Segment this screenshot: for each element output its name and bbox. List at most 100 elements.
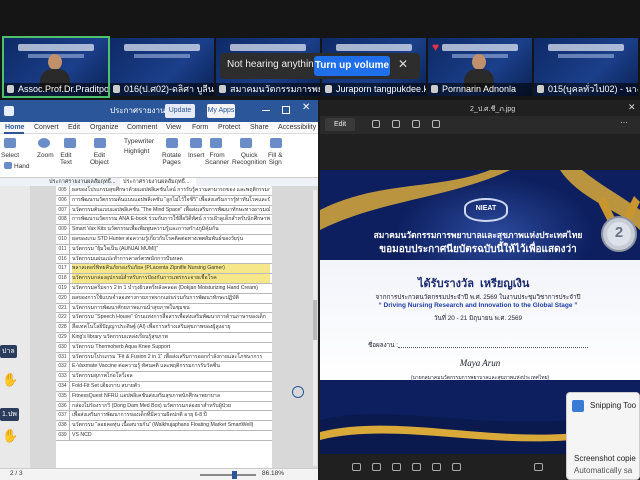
slideshow-icon[interactable] (432, 463, 441, 471)
select-tool[interactable]: Select (1, 152, 19, 159)
row-number: 028 (56, 323, 70, 332)
zoom-icon (38, 138, 50, 148)
edit-button[interactable]: Edit (325, 118, 355, 131)
menu-tab-share[interactable]: Share (250, 124, 269, 131)
minimize-icon[interactable] (262, 110, 270, 111)
info-icon[interactable] (412, 463, 421, 471)
app-logo-icon (4, 106, 14, 116)
conference-theme: “ Driving Nursing Research and Innovatio… (378, 302, 578, 309)
hand-icon (4, 162, 12, 169)
medal-number: 2 (614, 224, 624, 241)
row-title: ผลของเกม STD Hunter ต่อความรู้เกี่ยวกับโ… (72, 236, 244, 242)
close-window-icon[interactable]: ✕ (302, 102, 310, 113)
table-row: 010 ผลของเกม STD Hunter ต่อความรู้เกี่ยวก… (56, 235, 272, 245)
table-row: 036 กล่องไม่ร้องรากวิ (Dong Dam Med Box) … (56, 401, 272, 412)
row-number: 010 (56, 235, 70, 244)
participant-name: 016(ป.ศ02)-ดลิศา บูลีน (110, 83, 214, 96)
row-title: การพัฒนานวัตกรรมต้นแบบแอปพลิเคชัน “ลูกไม… (72, 196, 270, 203)
viewer-toolbar (320, 116, 640, 134)
zoom-in-icon[interactable] (372, 120, 380, 128)
participant-tile[interactable]: 015(บุคลทั่วไป02) - นาง... (534, 38, 638, 96)
menu-tab-organize[interactable]: Organize (90, 124, 118, 131)
snipping-line2: Automatically sa (574, 466, 633, 475)
row-title: King's library นวัตกรรมแหล่งเรียนรู้สุขภ… (72, 334, 168, 340)
row-title: ผลของการใช้แบบจำลองทางกายภาพจากแผ่นร่วมก… (72, 294, 239, 301)
scrollbar-thumb[interactable] (313, 300, 317, 340)
zoom-tool[interactable]: Zoom (37, 152, 54, 159)
table-row: 028 สื่อเทคโนโลยีปัญญาประดิษฐ์ (AI) เพื่อ… (56, 323, 272, 333)
share-icon[interactable] (392, 463, 401, 471)
turn-up-volume-button[interactable]: Turn up volume (314, 56, 390, 76)
page-indicator[interactable]: 2 / 3 (10, 470, 23, 477)
rotate-pages-tool[interactable]: Rotate Pages (162, 152, 181, 166)
menu-tab-protect[interactable]: Protect (218, 124, 240, 131)
row-number: 039 (56, 431, 70, 440)
participant-name: 015(บุคลทั่วไป02) - นาง... (534, 83, 638, 96)
menu-tab-convert[interactable]: Convert (34, 124, 59, 131)
close-icon[interactable]: ✕ (398, 57, 408, 71)
update-button[interactable]: Update (165, 104, 195, 118)
zoom-out-icon[interactable] (392, 120, 400, 128)
zoom-level[interactable]: 86.18% (262, 470, 284, 477)
menu-tab-edit[interactable]: Edit (68, 124, 80, 131)
more-icon[interactable]: ⋯ (620, 118, 628, 127)
row-number: 022 (56, 313, 70, 323)
viewer-close-icon[interactable]: ✕ (628, 102, 636, 113)
zoom-slider[interactable] (200, 474, 256, 476)
menu-tab-comment[interactable]: Comment (127, 124, 157, 131)
snipping-title: Snipping Too (590, 401, 637, 410)
table-row: 005 ผลของโปรแกรมสุขศึกษาด้วยแอปพลิเคชันไล… (56, 186, 272, 196)
hand-tool[interactable]: Hand (14, 163, 30, 170)
highlight-tool[interactable]: Highlight (124, 148, 149, 155)
delete-icon[interactable] (372, 463, 381, 471)
zoom-slider-knob[interactable] (232, 471, 237, 479)
hand-emoji-icon-2: ✋ (2, 428, 19, 443)
edit-text-tool[interactable]: Edit Text (60, 152, 72, 166)
award-prefix: ได้รับรางวัล (418, 278, 474, 290)
signature: Maya Arun (459, 358, 501, 368)
participant-tile[interactable]: Assoc.Prof.Dr.Praditpo... (2, 36, 110, 98)
quick-recognition-tool[interactable]: Quick Recognition (232, 152, 266, 166)
project-line: จากการประกวดนวัตกรรมประจำปี พ.ศ. 2569 ใน… (375, 294, 581, 301)
table-row: 034 Fold-Fit Set เตียงราบ สบายตัว (56, 382, 272, 392)
row-number: 032 (56, 362, 70, 372)
table-row: 019 นวัตกรรมครีมจาร 2 in 1 บำรุงผิวสตรีหล… (56, 284, 272, 294)
my-apps-button[interactable]: My Apps (207, 104, 235, 118)
favorite-icon[interactable] (352, 463, 361, 471)
zoom-fit-icon[interactable] (292, 386, 304, 398)
print-icon[interactable] (452, 463, 461, 471)
row-number: 009 (56, 225, 70, 234)
from-scanner-tool[interactable]: From Scanner (205, 152, 229, 166)
edit-object-tool[interactable]: Edit Object (90, 152, 109, 166)
filmstrip-icon[interactable] (534, 463, 543, 471)
mic-icon (219, 85, 226, 93)
hand-emoji-icon: ✋ (2, 372, 19, 387)
table-row: 033 นวัตกรรมสุภาพไก่อโลวี่เจล (56, 372, 272, 382)
table-row: 038 นวัตกรรม “ลอยคอทุ่น เนื้อสบายกัน” (Wa… (56, 421, 272, 431)
insert-tool[interactable]: Insert (188, 152, 204, 159)
participant-tile[interactable]: Pornnarin Adnonla (428, 38, 532, 96)
menu-tab-home[interactable]: Home (5, 124, 24, 131)
select-icon (4, 138, 16, 148)
menu-tab-view[interactable]: View (166, 124, 181, 131)
fill-sign-icon (270, 138, 282, 148)
menu-tab-accessibility[interactable]: Accessibility (278, 124, 316, 131)
doc-tab-2[interactable]: ประกาศรายงานผลสัมฤทธิ์... (120, 178, 196, 186)
row-number: 006 (56, 195, 70, 205)
maximize-icon[interactable] (282, 106, 290, 114)
typewriter-tool[interactable]: Typewriter (124, 138, 154, 145)
name-label: ชื่อผลงาน : (368, 342, 399, 349)
row-number: 031 (56, 352, 70, 362)
crop-icon[interactable] (432, 120, 440, 128)
tile-banner (442, 44, 518, 51)
participant-tile[interactable]: 016(ป.ศ02)-ดลิศา บูลีน (110, 38, 214, 96)
table-row: 011 นวัตกรรม “ยุ้มใจเป็น (AUNJAI MUMI)” (56, 244, 272, 255)
rotate-icon[interactable] (412, 120, 420, 128)
table-row: 029 King's library นวัตกรรมแหล่งเรียนรู้ส… (56, 333, 272, 343)
row-number: 038 (56, 421, 70, 430)
row-title: Smart Vax Kits นวัตกรรมเพื่อเพิ่มพูนความ… (72, 226, 219, 233)
fill-sign-tool[interactable]: Fill & Sign (268, 152, 282, 166)
doc-tab-1[interactable]: ประกาศรายงานผลสัมฤทธิ์... (46, 178, 116, 186)
edit-object-icon (94, 138, 106, 148)
menu-tab-form[interactable]: Form (192, 124, 208, 131)
